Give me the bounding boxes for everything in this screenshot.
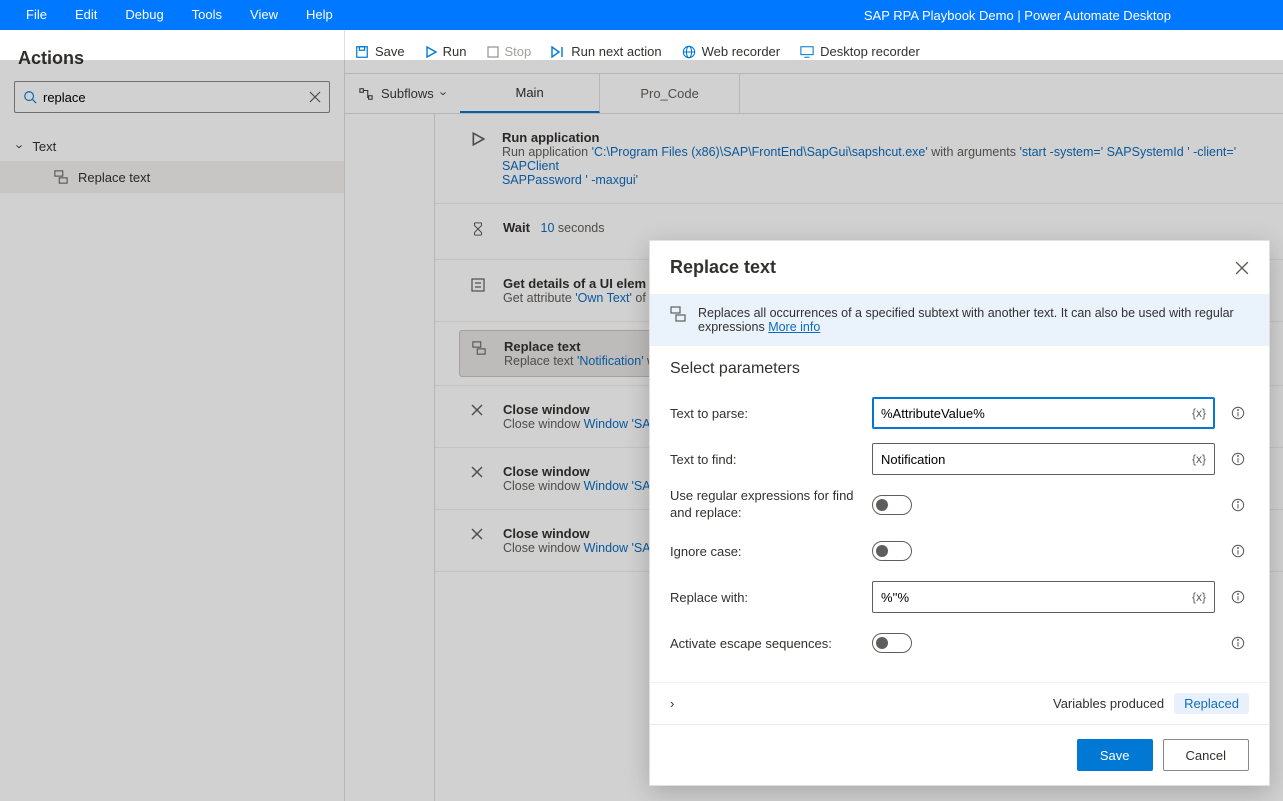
menu-debug[interactable]: Debug	[111, 0, 177, 30]
regex-toggle[interactable]	[872, 495, 912, 515]
text-to-find-input[interactable]	[881, 452, 1192, 467]
info-icon[interactable]	[1227, 636, 1249, 650]
step-icon	[551, 46, 565, 58]
param-label-text-to-find: Text to find:	[670, 452, 860, 467]
cancel-button[interactable]: Cancel	[1163, 739, 1249, 771]
chevron-right-icon	[670, 696, 1043, 711]
menu-help[interactable]: Help	[292, 0, 347, 30]
save-label: Save	[375, 44, 405, 59]
replace-text-dialog: Replace text Replaces all occurrences of…	[649, 240, 1270, 786]
menu-view[interactable]: View	[236, 0, 292, 30]
variables-produced[interactable]: Variables produced Replaced	[650, 682, 1269, 724]
desktop-recorder-button[interactable]: Desktop recorder	[800, 44, 920, 59]
close-dialog-button[interactable]	[1235, 261, 1249, 275]
param-label-ignore-case: Ignore case:	[670, 544, 860, 559]
run-label: Run	[443, 44, 467, 59]
run-button[interactable]: Run	[425, 44, 467, 59]
dialog-title: Replace text	[670, 257, 776, 278]
param-label-text-to-parse: Text to parse:	[670, 406, 860, 421]
escape-toggle[interactable]	[872, 633, 912, 653]
stop-label: Stop	[505, 44, 532, 59]
save-button[interactable]: Save	[355, 44, 405, 59]
variable-picker-icon[interactable]: {x}	[1192, 406, 1206, 420]
run-next-label: Run next action	[571, 44, 661, 59]
save-icon	[355, 45, 369, 59]
desktop-icon	[800, 45, 814, 59]
text-to-parse-field[interactable]: {x}	[872, 397, 1215, 429]
variable-chip[interactable]: Replaced	[1174, 693, 1249, 714]
web-recorder-label: Web recorder	[702, 44, 781, 59]
variable-picker-icon[interactable]: {x}	[1192, 590, 1206, 604]
menu-tools[interactable]: Tools	[178, 0, 236, 30]
title-bar: File Edit Debug Tools View Help SAP RPA …	[0, 0, 1283, 30]
menu-file[interactable]: File	[12, 0, 61, 30]
text-to-find-field[interactable]: {x}	[872, 443, 1215, 475]
variables-produced-label: Variables produced	[1053, 696, 1164, 711]
replace-with-field[interactable]: {x}	[872, 581, 1215, 613]
stop-button[interactable]: Stop	[487, 44, 532, 59]
text-to-parse-input[interactable]	[881, 406, 1192, 421]
param-label-regex: Use regular expressions for find and rep…	[670, 488, 860, 522]
param-label-escape: Activate escape sequences:	[670, 636, 860, 651]
save-button[interactable]: Save	[1077, 739, 1153, 771]
param-label-replace-with: Replace with:	[670, 590, 860, 605]
info-icon[interactable]	[1227, 590, 1249, 604]
more-info-link[interactable]: More info	[768, 320, 820, 334]
run-next-button[interactable]: Run next action	[551, 44, 661, 59]
info-icon[interactable]	[1227, 452, 1249, 466]
globe-icon	[682, 45, 696, 59]
main-menu: File Edit Debug Tools View Help	[12, 0, 347, 30]
play-icon	[425, 46, 437, 58]
info-icon[interactable]	[1227, 544, 1249, 558]
replace-with-input[interactable]	[881, 590, 1192, 605]
menu-edit[interactable]: Edit	[61, 0, 111, 30]
section-heading: Select parameters	[650, 346, 1269, 386]
stop-icon	[487, 46, 499, 58]
info-icon[interactable]	[1227, 498, 1249, 512]
dialog-info: Replaces all occurrences of a specified …	[650, 294, 1269, 346]
app-title: SAP RPA Playbook Demo | Power Automate D…	[864, 8, 1271, 23]
ignore-case-toggle[interactable]	[872, 541, 912, 561]
replace-text-icon	[670, 306, 686, 334]
web-recorder-button[interactable]: Web recorder	[682, 44, 781, 59]
info-icon[interactable]	[1227, 406, 1249, 420]
variable-picker-icon[interactable]: {x}	[1192, 452, 1206, 466]
desktop-recorder-label: Desktop recorder	[820, 44, 920, 59]
